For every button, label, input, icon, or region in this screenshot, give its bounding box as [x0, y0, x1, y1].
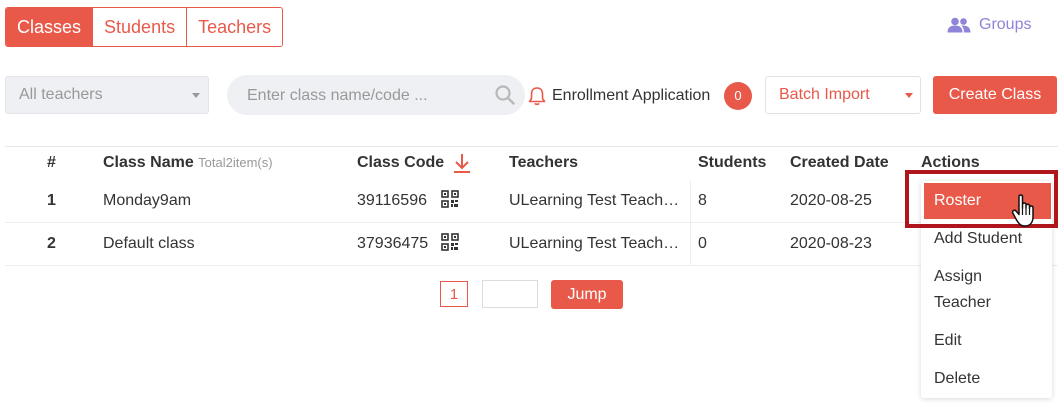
row-index: 2 — [47, 235, 56, 252]
users-icon — [947, 17, 971, 33]
pagination-page-1[interactable]: 1 — [440, 281, 468, 307]
table-top-border — [5, 146, 1058, 147]
assign-teacher-label-line2: Teacher — [934, 294, 991, 311]
jump-button[interactable]: Jump — [551, 280, 623, 309]
col-header-teachers: Teachers — [509, 154, 579, 171]
create-class-button[interactable]: Create Class — [933, 76, 1057, 114]
row-divider — [5, 265, 1058, 266]
col-header-class-code[interactable]: Class Code — [357, 154, 444, 172]
bell-icon — [528, 87, 546, 106]
class-search — [227, 75, 525, 117]
page-jump-input[interactable] — [482, 280, 538, 308]
hand-pointer-cursor-icon — [1011, 194, 1034, 227]
groups-label: Groups — [979, 16, 1032, 33]
students-count-cell: 8 — [698, 192, 707, 209]
batch-import-label: Batch Import — [779, 86, 870, 103]
enrollment-count-badge: 0 — [724, 82, 752, 110]
enrollment-application-link[interactable]: Enrollment Application — [528, 84, 710, 108]
menu-item-add-student[interactable]: Add Student — [934, 226, 1022, 252]
class-name-header-label: Class Name — [103, 154, 194, 171]
enrollment-label: Enrollment Application — [552, 87, 711, 104]
class-code-cell: 39116596 — [357, 192, 427, 209]
col-header-students: Students — [698, 154, 767, 171]
chevron-down-icon — [192, 93, 200, 98]
class-code-header-label: Class Code — [357, 154, 445, 171]
groups-link[interactable]: Groups — [947, 14, 1031, 36]
assign-teacher-label-line1: Assign — [934, 268, 983, 285]
col-header-class-name: Class Name Total2item(s) — [103, 154, 273, 172]
qr-code-icon[interactable] — [441, 233, 459, 251]
class-code-cell: 37936475 — [357, 235, 429, 252]
main-tabs: Classes Students Teachers — [5, 7, 284, 47]
batch-import-select[interactable]: Batch Import — [765, 76, 921, 114]
class-name-cell[interactable]: Default class — [103, 235, 195, 253]
tab-classes[interactable]: Classes — [6, 8, 93, 46]
sort-down-arrow-icon[interactable] — [453, 153, 471, 173]
total-items-count: Total2item(s) — [198, 155, 273, 170]
created-date-cell: 2020-08-23 — [790, 235, 872, 252]
menu-item-assign-teacher[interactable]: Assign Teacher — [934, 264, 991, 316]
search-icon[interactable] — [494, 84, 516, 106]
teacher-cell: ULearning Test Teach… — [509, 235, 680, 252]
col-header-created-date: Created Date — [790, 154, 889, 171]
chevron-down-icon — [905, 93, 913, 98]
search-input[interactable] — [245, 75, 489, 117]
tab-students[interactable]: Students — [92, 8, 187, 46]
class-name-cell[interactable]: Monday9am — [103, 192, 191, 210]
menu-item-delete[interactable]: Delete — [934, 366, 980, 392]
students-count-cell: 0 — [698, 235, 707, 252]
row-divider — [5, 222, 1058, 223]
qr-code-icon[interactable] — [441, 190, 459, 208]
tab-teachers[interactable]: Teachers — [186, 8, 283, 46]
column-divider — [690, 180, 691, 265]
teacher-filter-select[interactable]: All teachers — [5, 76, 209, 114]
teacher-cell: ULearning Test Teach… — [509, 192, 680, 209]
col-header-index: # — [47, 154, 56, 171]
created-date-cell: 2020-08-25 — [790, 192, 872, 209]
menu-item-edit[interactable]: Edit — [934, 328, 962, 354]
row-index: 1 — [47, 192, 56, 209]
teacher-filter-value: All teachers — [19, 86, 103, 103]
